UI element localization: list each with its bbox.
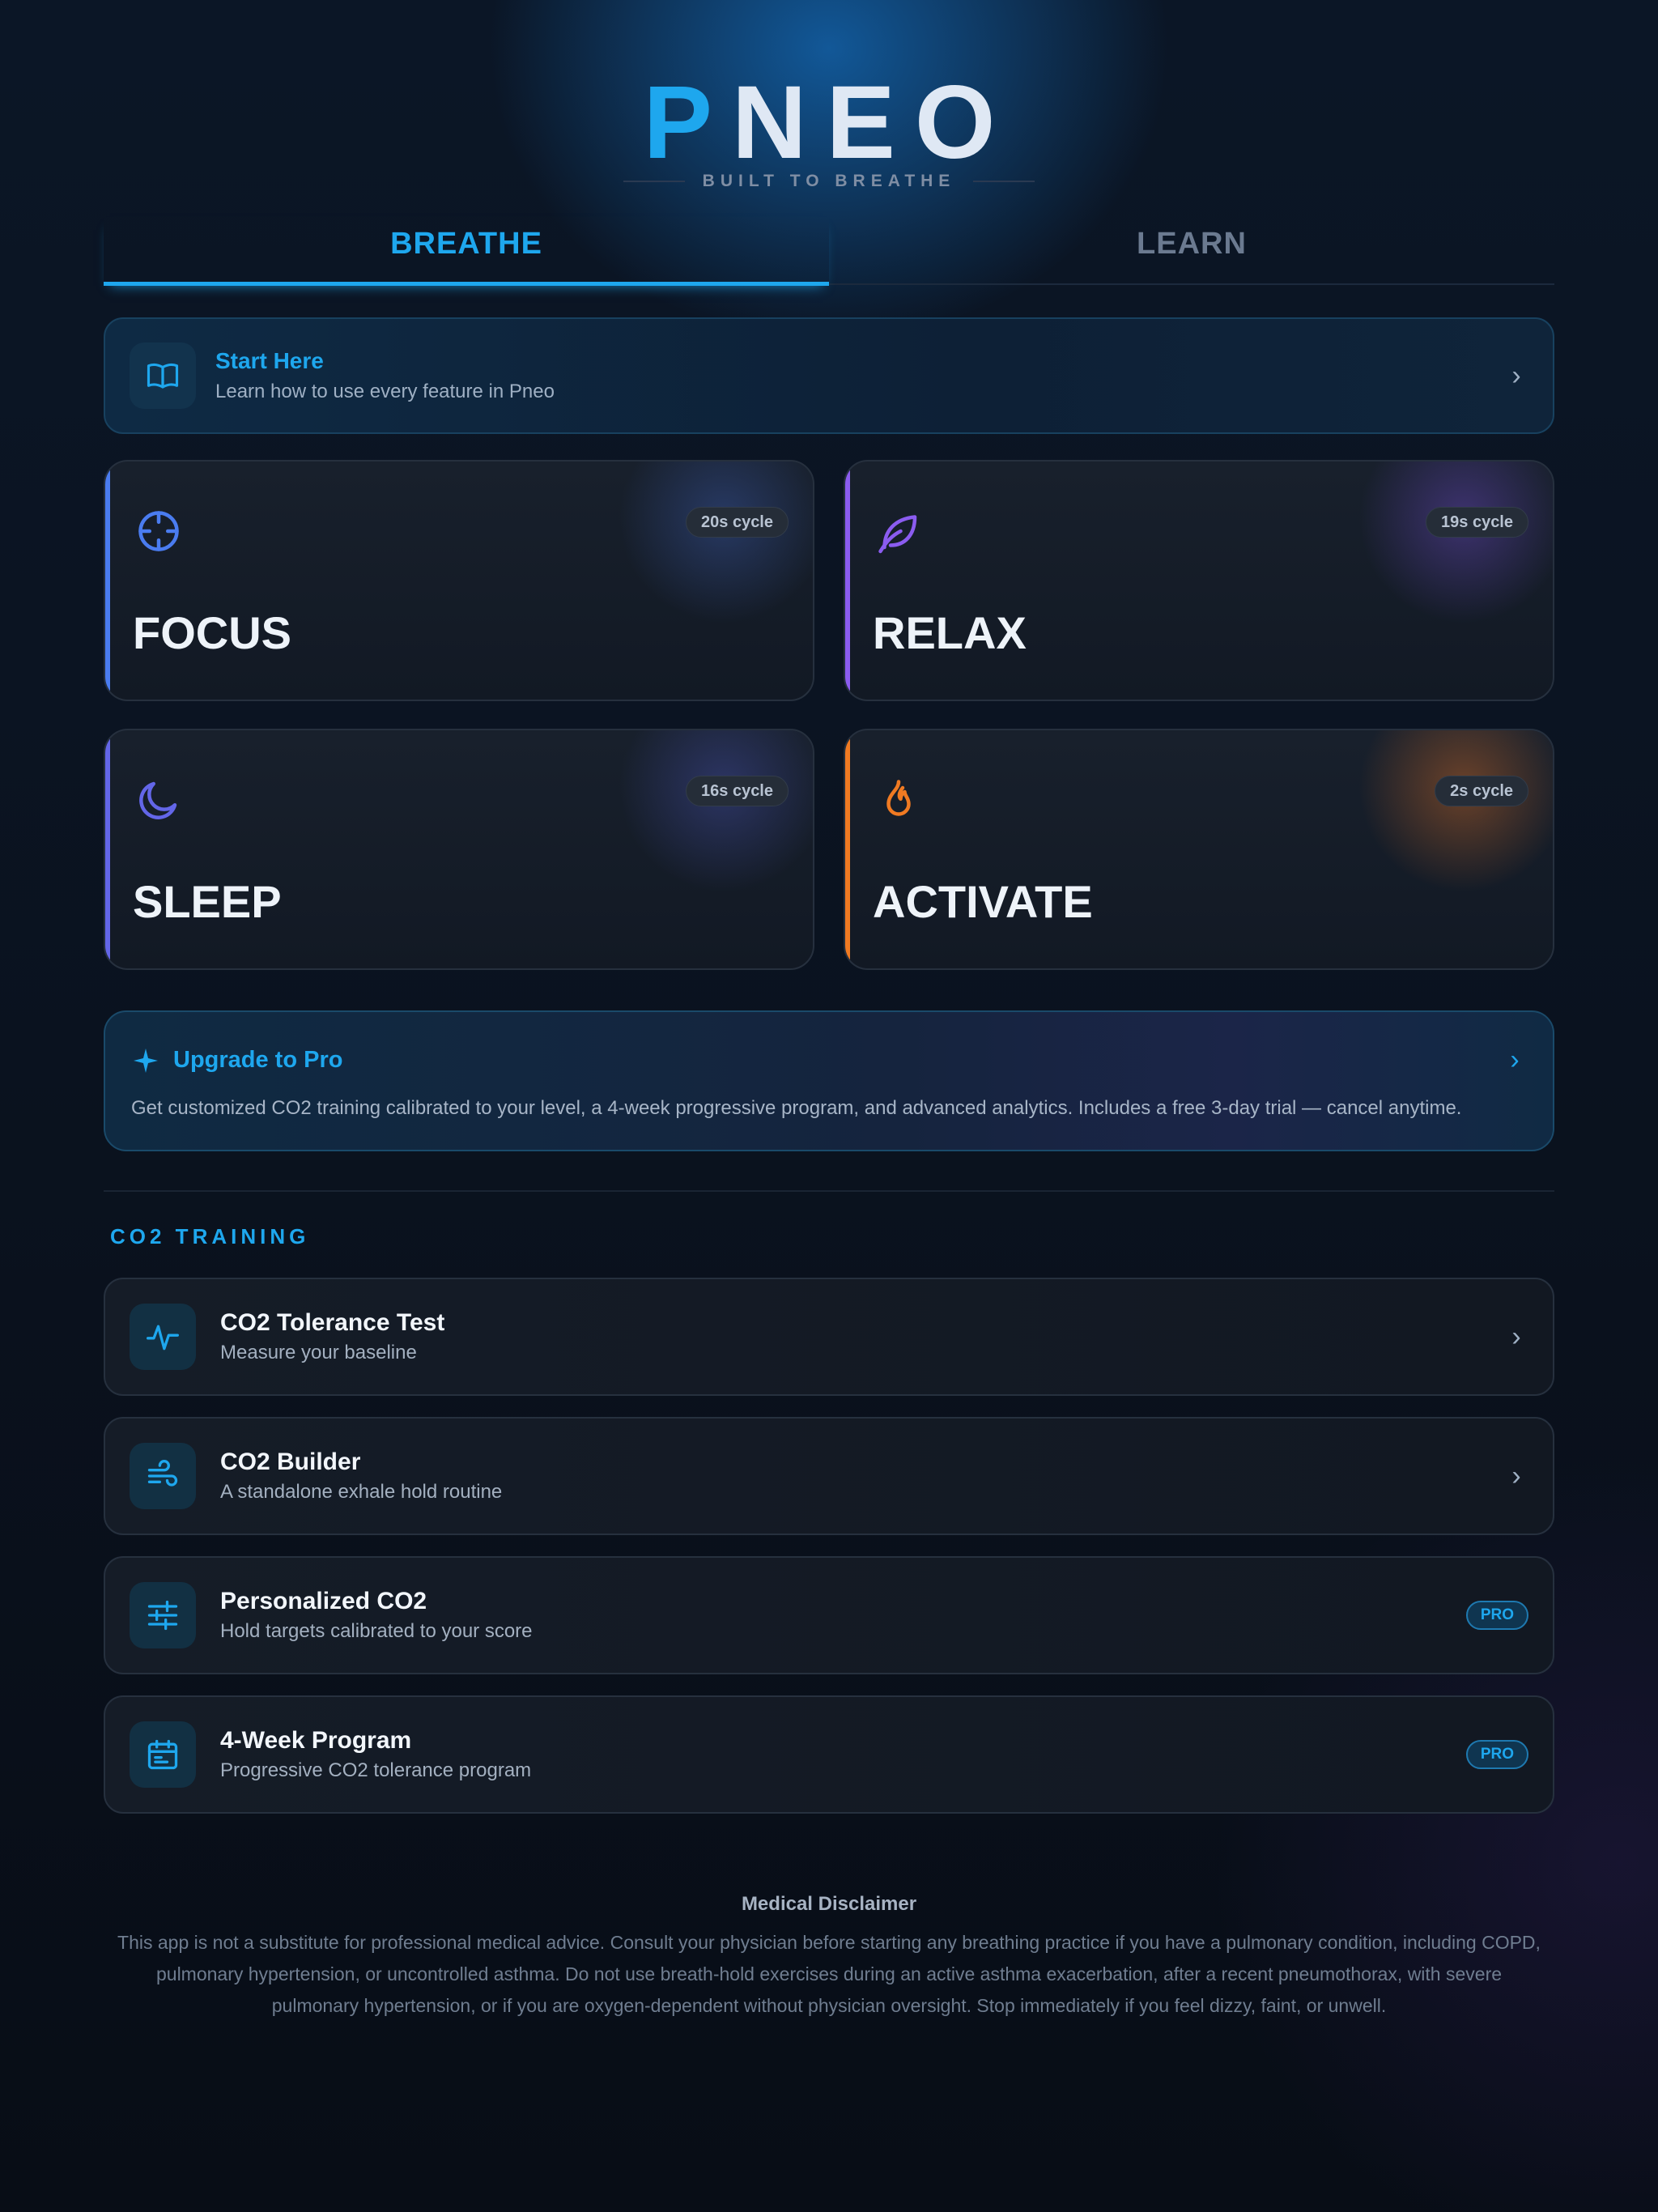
book-icon [130, 342, 196, 409]
chevron-right-icon: › [1511, 1460, 1521, 1491]
four-week-program-item[interactable]: 4-Week Program Progressive CO2 tolerance… [104, 1695, 1554, 1814]
card-glow [602, 462, 813, 623]
item-title: CO2 Builder [220, 1448, 361, 1475]
section-divider [104, 1190, 1554, 1192]
disclaimer-text: This app is not a substitute for profess… [117, 1932, 1541, 2016]
co2-builder-item[interactable]: CO2 Builder A standalone exhale hold rou… [104, 1417, 1554, 1535]
card-glow [602, 730, 813, 892]
tab-breathe[interactable]: BREATHE [104, 217, 829, 286]
tab-learn[interactable]: LEARN [829, 217, 1554, 283]
item-title: 4-Week Program [220, 1727, 412, 1754]
sliders-icon [130, 1582, 196, 1648]
chevron-right-icon: › [1511, 1321, 1521, 1352]
item-title: CO2 Tolerance Test [220, 1309, 445, 1336]
item-subtitle: Measure your baseline [220, 1342, 417, 1363]
item-subtitle: A standalone exhale hold routine [220, 1481, 503, 1503]
crosshair-icon [138, 511, 179, 551]
item-subtitle: Hold targets calibrated to your score [220, 1620, 533, 1642]
mode-card-focus[interactable]: 20s cycle FOCUS [104, 460, 814, 701]
mode-card-relax[interactable]: 19s cycle RELAX [844, 460, 1554, 701]
item-subtitle: Progressive CO2 tolerance program [220, 1759, 532, 1781]
flame-icon [886, 780, 911, 816]
mode-card-activate[interactable]: 2s cycle ACTIVATE [844, 729, 1554, 970]
card-accent [105, 730, 110, 968]
moon-icon [139, 781, 177, 819]
upgrade-card[interactable]: Upgrade to Pro › Get customized CO2 trai… [104, 1010, 1554, 1151]
card-accent [845, 730, 850, 968]
leaf-icon [878, 515, 917, 554]
tagline-text: BUILT TO BREATHE [702, 172, 956, 190]
mode-name: ACTIVATE [873, 876, 1093, 927]
upgrade-title: Upgrade to Pro [173, 1047, 343, 1073]
co2-tolerance-test-item[interactable]: CO2 Tolerance Test Measure your baseline… [104, 1278, 1554, 1396]
start-here-title: Start Here [215, 348, 324, 373]
cycle-badge: 16s cycle [686, 776, 789, 806]
cycle-badge: 19s cycle [1426, 507, 1528, 538]
pulse-icon [130, 1304, 196, 1370]
tagline: BUILT TO BREATHE [104, 172, 1554, 191]
tagline-divider-right [973, 181, 1035, 182]
cycle-badge: 2s cycle [1435, 776, 1528, 806]
chevron-right-icon: › [1510, 1044, 1520, 1075]
calendar-icon [130, 1721, 196, 1788]
mode-name: FOCUS [133, 607, 291, 658]
item-title: Personalized CO2 [220, 1588, 427, 1614]
wind-icon [130, 1443, 196, 1509]
disclaimer-title: Medical Disclaimer [741, 1893, 917, 1915]
tagline-divider-left [623, 181, 685, 182]
tab-bar: BREATHE LEARN [104, 217, 1554, 286]
start-here-card[interactable]: Start Here Learn how to use every featur… [104, 317, 1554, 434]
start-here-subtitle: Learn how to use every feature in Pneo [215, 381, 555, 402]
chevron-right-icon: › [1511, 359, 1521, 391]
upgrade-description: Get customized CO2 training calibrated t… [131, 1097, 1462, 1119]
personalized-co2-item[interactable]: Personalized CO2 Hold targets calibrated… [104, 1556, 1554, 1674]
card-glow [1342, 730, 1553, 892]
pro-badge: PRO [1465, 1740, 1528, 1769]
app-logo: PNEO [643, 65, 1015, 181]
card-accent [845, 462, 850, 700]
mode-card-sleep[interactable]: 16s cycle SLEEP [104, 729, 814, 970]
mode-name: SLEEP [133, 876, 282, 927]
section-heading: CO2 TRAINING [110, 1224, 310, 1249]
pro-badge: PRO [1465, 1601, 1528, 1630]
cycle-badge: 20s cycle [686, 507, 789, 538]
sparkle-icon [134, 1048, 158, 1073]
card-glow [1342, 462, 1553, 623]
card-accent [105, 462, 110, 700]
mode-name: RELAX [873, 607, 1027, 658]
